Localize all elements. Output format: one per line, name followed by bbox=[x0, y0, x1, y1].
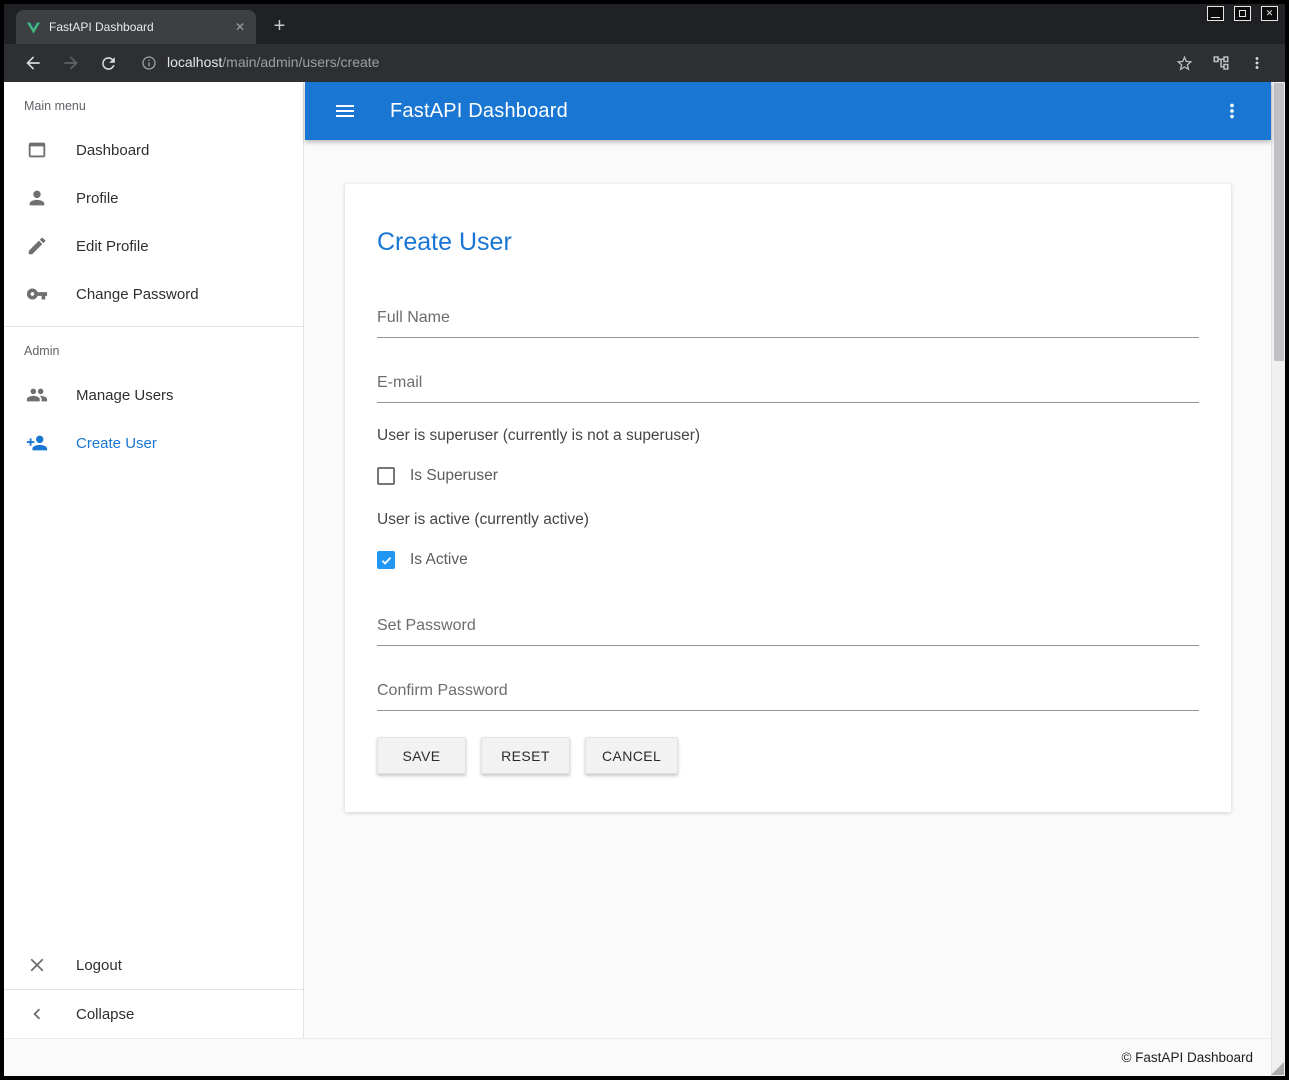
url-path: /main/admin/users/create bbox=[222, 54, 379, 70]
address-bar[interactable]: localhost/main/admin/users/create bbox=[141, 54, 1166, 72]
confirm-password-input[interactable]: Confirm Password bbox=[377, 682, 1199, 711]
email-placeholder: E-mail bbox=[377, 374, 422, 391]
new-tab-button[interactable]: + bbox=[266, 13, 293, 40]
browser-menu-icon[interactable] bbox=[1248, 54, 1266, 72]
extension-icon[interactable] bbox=[1212, 54, 1230, 72]
active-checkbox-row: Is Active bbox=[377, 551, 1199, 569]
browser-tab[interactable]: FastAPI Dashboard ✕ bbox=[16, 10, 256, 44]
window-minimize-button[interactable] bbox=[1207, 6, 1224, 21]
full-name-input[interactable]: Full Name bbox=[377, 309, 1199, 338]
check-icon bbox=[380, 554, 393, 567]
is-superuser-label: Is Superuser bbox=[410, 467, 498, 485]
sidebar-item-label: Manage Users bbox=[76, 387, 174, 404]
window-resize-grip[interactable] bbox=[1271, 1062, 1284, 1075]
sidebar-item-label: Dashboard bbox=[76, 142, 149, 159]
sidebar-item-change-password[interactable]: Change Password bbox=[4, 270, 303, 318]
set-password-input[interactable]: Set Password bbox=[377, 617, 1199, 646]
appbar-title: FastAPI Dashboard bbox=[390, 100, 568, 123]
tab-close-icon[interactable]: ✕ bbox=[232, 20, 248, 34]
window-maximize-button[interactable] bbox=[1234, 6, 1251, 21]
sidebar-item-label: Create User bbox=[76, 435, 157, 452]
person-icon bbox=[26, 187, 48, 209]
browser-toolbar: localhost/main/admin/users/create bbox=[4, 44, 1285, 82]
sidebar-item-label: Change Password bbox=[76, 286, 199, 303]
close-icon bbox=[26, 954, 48, 976]
page-footer: © FastAPI Dashboard bbox=[4, 1038, 1271, 1076]
sidebar-item-profile[interactable]: Profile bbox=[4, 174, 303, 222]
hamburger-menu-icon[interactable] bbox=[333, 99, 357, 123]
chevron-left-icon bbox=[26, 1003, 48, 1025]
people-icon bbox=[26, 384, 48, 406]
person-add-icon bbox=[26, 432, 48, 454]
vue-logo-icon bbox=[26, 20, 41, 35]
vertical-scrollbar[interactable] bbox=[1271, 82, 1285, 1076]
bookmark-star-icon[interactable] bbox=[1175, 54, 1194, 73]
tab-title: FastAPI Dashboard bbox=[49, 20, 224, 34]
window-controls: ✕ bbox=[1207, 6, 1278, 21]
copyright-text: © FastAPI Dashboard bbox=[1121, 1050, 1253, 1065]
forward-icon[interactable] bbox=[61, 53, 81, 73]
superuser-checkbox-row: Is Superuser bbox=[377, 467, 1199, 485]
sidebar-caption-main: Main menu bbox=[4, 82, 303, 126]
window-close-button[interactable]: ✕ bbox=[1261, 6, 1278, 21]
reset-button[interactable]: RESET bbox=[481, 737, 570, 774]
active-hint: User is active (currently active) bbox=[377, 511, 1199, 529]
create-user-card: Create User Full Name E-mail User is sup… bbox=[345, 184, 1231, 812]
is-active-checkbox[interactable] bbox=[377, 551, 395, 569]
url-text: localhost/main/admin/users/create bbox=[167, 54, 379, 72]
confirm-password-placeholder: Confirm Password bbox=[377, 682, 508, 699]
sidebar-spacer bbox=[4, 467, 303, 941]
sidebar-item-dashboard[interactable]: Dashboard bbox=[4, 126, 303, 174]
browser-tab-bar: FastAPI Dashboard ✕ + ✕ bbox=[4, 4, 1285, 44]
is-active-label: Is Active bbox=[410, 551, 468, 569]
scrollbar-thumb[interactable] bbox=[1274, 83, 1284, 361]
sidebar-item-label: Logout bbox=[76, 957, 122, 974]
sidebar-item-manage-users[interactable]: Manage Users bbox=[4, 371, 303, 419]
sidebar-item-label: Profile bbox=[76, 190, 119, 207]
save-button[interactable]: SAVE bbox=[377, 737, 466, 774]
reload-icon[interactable] bbox=[99, 54, 118, 73]
back-icon[interactable] bbox=[23, 53, 43, 73]
dashboard-icon bbox=[26, 139, 48, 161]
sidebar-item-create-user[interactable]: Create User bbox=[4, 419, 303, 467]
set-password-placeholder: Set Password bbox=[377, 617, 476, 634]
sidebar-caption-admin: Admin bbox=[4, 327, 303, 371]
main-area: FastAPI Dashboard Create User Full Name … bbox=[305, 82, 1271, 1038]
pencil-icon bbox=[26, 235, 48, 257]
sidebar-item-label: Edit Profile bbox=[76, 238, 149, 255]
full-name-placeholder: Full Name bbox=[377, 309, 450, 326]
appbar-overflow-menu-icon[interactable] bbox=[1221, 100, 1243, 122]
sidebar-item-edit-profile[interactable]: Edit Profile bbox=[4, 222, 303, 270]
sidebar: Main menu Dashboard Profile Edit Profile… bbox=[4, 82, 304, 1038]
sidebar-collapse-button[interactable]: Collapse bbox=[4, 990, 303, 1038]
sidebar-item-label: Collapse bbox=[76, 1006, 134, 1023]
page: Main menu Dashboard Profile Edit Profile… bbox=[4, 82, 1285, 1076]
is-superuser-checkbox[interactable] bbox=[377, 467, 395, 485]
content-area: Create User Full Name E-mail User is sup… bbox=[305, 140, 1271, 1038]
superuser-hint: User is superuser (currently is not a su… bbox=[377, 427, 1199, 445]
appbar: FastAPI Dashboard bbox=[305, 82, 1271, 140]
url-host: localhost bbox=[167, 54, 222, 70]
site-info-icon[interactable] bbox=[141, 55, 157, 71]
key-icon bbox=[26, 283, 48, 305]
page-title: Create User bbox=[377, 228, 1199, 257]
form-buttons: SAVE RESET CANCEL bbox=[377, 737, 1199, 774]
sidebar-item-logout[interactable]: Logout bbox=[4, 941, 303, 989]
cancel-button[interactable]: CANCEL bbox=[585, 737, 678, 774]
email-input[interactable]: E-mail bbox=[377, 374, 1199, 403]
